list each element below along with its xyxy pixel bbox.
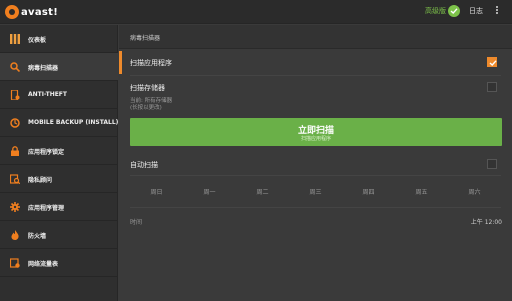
sidebar-item-label: MOBILE BACKUP (INSTALL) <box>28 119 119 126</box>
day-sat[interactable]: 周六 <box>448 185 501 201</box>
day-mon[interactable]: 周一 <box>183 185 236 201</box>
day-thu[interactable]: 周四 <box>342 185 395 201</box>
avast-logo: avast! <box>5 3 58 21</box>
traffic-icon <box>10 258 20 268</box>
day-tue[interactable]: 周二 <box>236 185 289 201</box>
more-vert-icon[interactable] <box>494 5 500 17</box>
sidebar-item-mobile-backup[interactable]: MOBILE BACKUP (INSTALL) <box>0 109 118 137</box>
sidebar-item-label: ANTI-THEFT <box>28 91 68 98</box>
weekday-selector: 周日 周一 周二 周三 周四 周五 周六 <box>130 185 501 201</box>
sidebar-item-label: 应用程序管理 <box>28 205 65 212</box>
sidebar-item-virus-scanner[interactable]: 病毒扫描器 <box>0 53 118 81</box>
divider <box>130 175 501 176</box>
day-sun[interactable]: 周日 <box>130 185 183 201</box>
time-label: 时间 <box>130 219 143 226</box>
sidebar-item-label: 病毒扫描器 <box>28 65 59 72</box>
sidebar-item-label: 隐私顾问 <box>28 177 53 184</box>
sidebar-item-network-meter[interactable]: 网络流量表 <box>0 249 118 277</box>
top-bar: avast! 高级版 日志 <box>0 0 512 24</box>
sidebar: 仪表板 病毒扫描器 ANTI-THEFT MOBILE BACKUP (INST… <box>0 25 118 301</box>
sidebar-item-privacy-advisor[interactable]: 隐私顾问 <box>0 165 118 193</box>
sidebar-item-label: 应用程序锁定 <box>28 149 65 156</box>
divider <box>130 207 501 208</box>
sidebar-item-dashboard[interactable]: 仪表板 <box>0 25 118 53</box>
premium-label[interactable]: 高级版 <box>425 6 446 16</box>
sidebar-item-app-manager[interactable]: 应用程序管理 <box>0 193 118 221</box>
backup-icon <box>10 118 20 128</box>
dashboard-icon <box>10 34 20 44</box>
sidebar-item-firewall[interactable]: 防火墙 <box>0 221 118 249</box>
avast-logo-icon <box>5 5 19 19</box>
day-fri[interactable]: 周五 <box>395 185 448 201</box>
scan-storage-hint: (长按以更改) <box>130 105 162 111</box>
logo-text: avast! <box>21 6 59 18</box>
selected-row-indicator <box>119 51 122 74</box>
day-wed[interactable]: 周三 <box>289 185 342 201</box>
auto-scan-checkbox[interactable] <box>487 159 497 169</box>
sidebar-item-anti-theft[interactable]: ANTI-THEFT <box>0 81 118 109</box>
page-title: 病毒扫描器 <box>130 35 161 42</box>
sidebar-item-label: 网络流量表 <box>28 261 59 268</box>
firewall-icon <box>11 230 19 240</box>
time-value[interactable]: 上午 12:00 <box>471 217 502 226</box>
scan-apps-label: 扫描应用程序 <box>130 59 172 67</box>
auto-scan-label: 自动扫描 <box>130 161 158 169</box>
scan-storage-checkbox[interactable] <box>487 82 497 92</box>
gear-icon <box>10 202 20 212</box>
scan-now-button[interactable]: 立即扫描 扫描应用程序 <box>130 118 502 146</box>
anti-theft-icon <box>10 90 20 100</box>
scan-apps-checkbox[interactable] <box>487 57 497 67</box>
scan-storage-label[interactable]: 扫描存储器 <box>130 83 165 93</box>
sidebar-item-label: 防火墙 <box>28 233 47 240</box>
sidebar-item-label: 仪表板 <box>28 37 47 44</box>
scan-icon <box>10 62 20 72</box>
main-panel: 病毒扫描器 扫描应用程序 扫描存储器 当前: 所有存储器 (长按以更改) 立即扫… <box>119 25 512 301</box>
divider <box>130 75 501 76</box>
premium-check-icon[interactable] <box>448 5 460 17</box>
log-button[interactable]: 日志 <box>469 6 483 16</box>
privacy-icon <box>10 174 20 184</box>
scan-now-sublabel: 扫描应用程序 <box>300 136 331 142</box>
main-header: 病毒扫描器 <box>119 25 512 49</box>
scan-storage-current: 当前: 所有存储器 <box>130 98 173 104</box>
lock-icon <box>11 146 19 156</box>
sidebar-item-app-lock[interactable]: 应用程序锁定 <box>0 137 118 165</box>
